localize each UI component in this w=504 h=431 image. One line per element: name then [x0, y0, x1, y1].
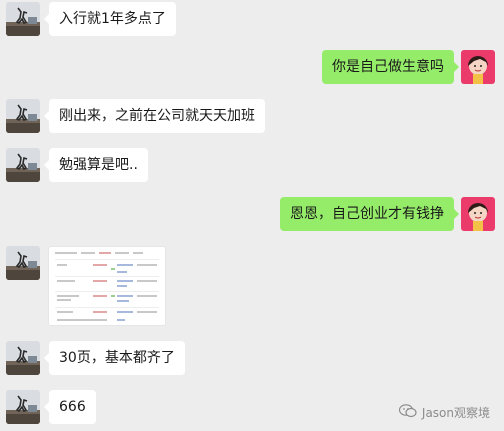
contact-avatar-image [6, 148, 40, 182]
message-text: 勉强算是吧.. [59, 157, 138, 173]
message-text: 666 [59, 399, 86, 415]
message-text: 你是自己做生意吗 [332, 59, 444, 75]
contact-avatar[interactable] [6, 148, 40, 182]
contact-avatar-image [6, 341, 40, 375]
message-bubble[interactable]: 30页，基本都齐了 [44, 341, 185, 375]
contact-avatar[interactable] [6, 99, 40, 133]
contact-avatar[interactable] [6, 2, 40, 36]
my-avatar[interactable] [461, 50, 495, 84]
my-avatar-image [461, 50, 495, 84]
contact-avatar-image [6, 246, 40, 280]
contact-avatar[interactable] [6, 390, 40, 424]
contact-avatar-image [6, 99, 40, 133]
my-avatar[interactable] [461, 197, 495, 231]
watermark: Jason观察境 [398, 404, 490, 421]
message-bubble[interactable]: 你是自己做生意吗 [322, 50, 459, 84]
message-bubble[interactable]: 入行就1年多点了 [44, 2, 176, 36]
message-bubble[interactable]: 勉强算是吧.. [44, 148, 148, 182]
message-text: 30页，基本都齐了 [59, 350, 175, 366]
message-text: 刚出来，之前在公司就天天加班 [59, 108, 255, 124]
watermark-text: Jason观察境 [421, 406, 490, 420]
message-bubble[interactable]: 恩恩，自己创业才有钱挣 [280, 197, 459, 231]
image-message-thumbnail[interactable] [48, 246, 166, 326]
message-bubble[interactable]: 刚出来，之前在公司就天天加班 [44, 99, 265, 133]
wechat-official-account-icon [398, 404, 417, 421]
contact-avatar-image [6, 2, 40, 36]
message-bubble[interactable]: 666 [44, 390, 96, 424]
contact-avatar-image [6, 390, 40, 424]
message-text: 入行就1年多点了 [59, 11, 166, 27]
contact-avatar[interactable] [6, 246, 40, 280]
my-avatar-image [461, 197, 495, 231]
message-text: 恩恩，自己创业才有钱挣 [290, 206, 444, 222]
contact-avatar[interactable] [6, 341, 40, 375]
